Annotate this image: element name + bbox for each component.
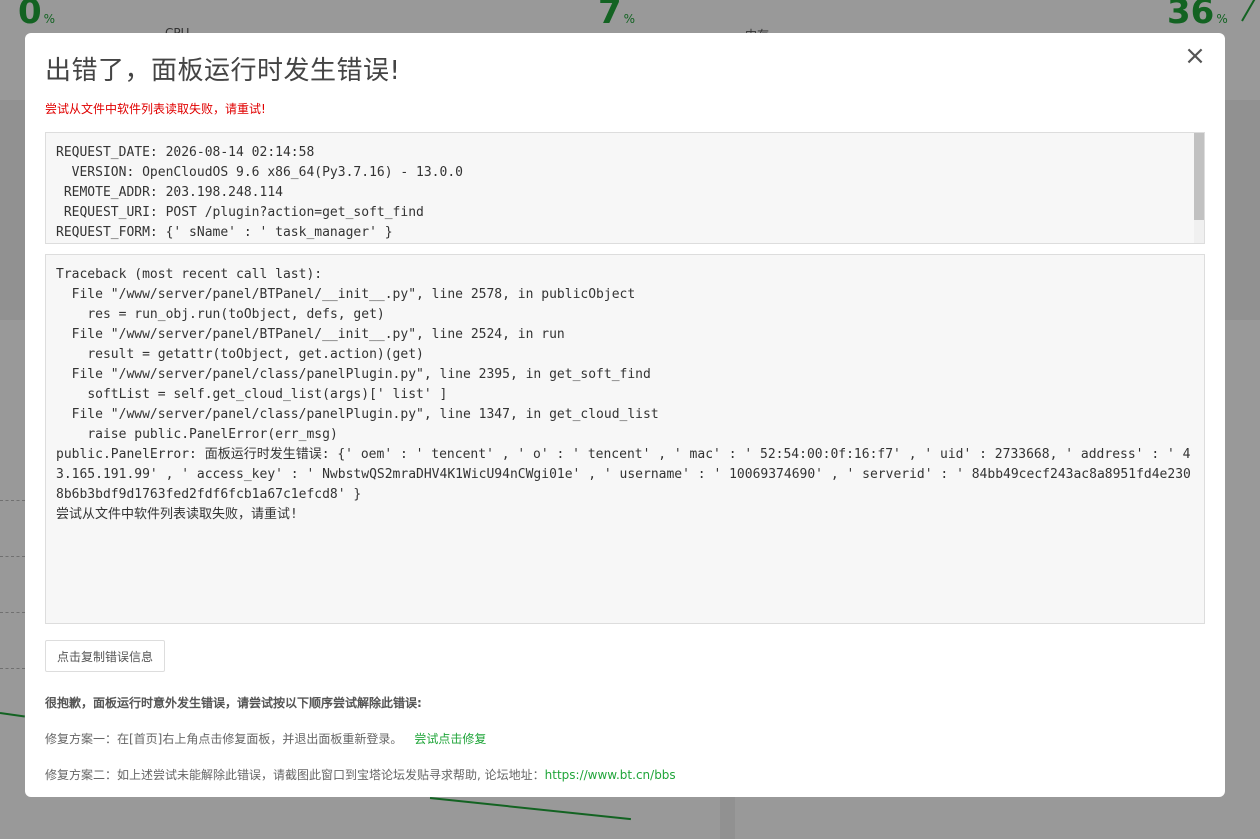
- scrollbar-thumb[interactable]: [1194, 133, 1204, 220]
- request-info-line: REQUEST_FORM: {' sName' : ' task_manager…: [56, 225, 393, 240]
- request-info-line: VERSION: OpenCloudOS 9.6 x86_64(Py3.7.16…: [56, 165, 463, 180]
- traceback-box[interactable]: Traceback (most recent call last): File …: [45, 254, 1205, 624]
- request-info-line: REQUEST_URI: POST /plugin?action=get_sof…: [56, 205, 424, 220]
- traceback-text: Traceback (most recent call last): File …: [56, 267, 1191, 522]
- fix-option-two: 修复方案二：如上述尝试未能解除此错误，请截图此窗口到宝塔论坛发贴寻求帮助, 论坛…: [45, 766, 1205, 783]
- fix-option-one: 修复方案一：在[首页]右上角点击修复面板，并退出面板重新登录。 尝试点击修复: [45, 730, 1205, 747]
- copy-error-button[interactable]: 点击复制错误信息: [45, 640, 166, 672]
- request-info-line: USER_AGENT: Mozilla/5.0 (Windows NT 10.0…: [56, 243, 1204, 244]
- error-dialog: × 出错了，面板运行时发生错误! 尝试从文件中软件列表读取失败，请重试! REQ…: [25, 33, 1225, 797]
- close-icon[interactable]: ×: [1183, 43, 1207, 69]
- dialog-title: 出错了，面板运行时发生错误!: [45, 56, 401, 86]
- try-repair-link[interactable]: 尝试点击修复: [414, 732, 486, 746]
- request-info-line: REQUEST_DATE: 2026-08-14 02:14:58: [56, 145, 315, 160]
- request-info-text: REQUEST_DATE: 2026-08-14 02:14:58 VERSIO…: [46, 133, 1204, 244]
- error-subtitle: 尝试从文件中软件列表读取失败，请重试!: [45, 102, 266, 116]
- fix-option-one-text: 修复方案一：在[首页]右上角点击修复面板，并退出面板重新登录。: [45, 732, 403, 746]
- fix-option-two-text: 修复方案二：如上述尝试未能解除此错误，请截图此窗口到宝塔论坛发贴寻求帮助, 论坛…: [45, 768, 545, 782]
- request-info-line: REMOTE_ADDR: 203.198.248.114: [56, 185, 283, 200]
- sorry-message: 很抱歉，面板运行时意外发生错误，请尝试按以下顺序尝试解除此错误:: [45, 696, 422, 710]
- request-info-box[interactable]: REQUEST_DATE: 2026-08-14 02:14:58 VERSIO…: [45, 132, 1205, 244]
- forum-link[interactable]: https://www.bt.cn/bbs: [545, 768, 676, 782]
